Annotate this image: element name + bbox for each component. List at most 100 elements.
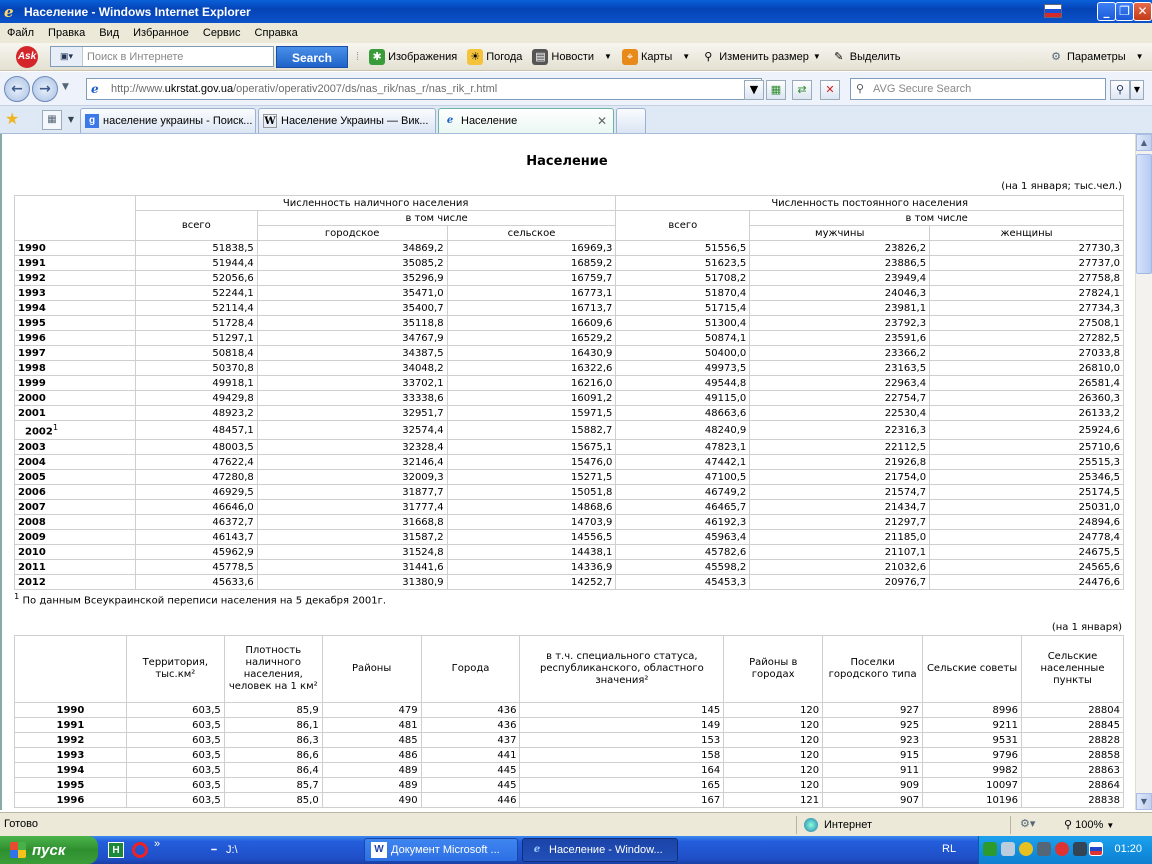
- security-shield-icon[interactable]: [1019, 842, 1033, 856]
- favorites-star-icon[interactable]: ★: [5, 109, 19, 128]
- tab-google-search[interactable]: g население украины - Поиск...: [80, 108, 256, 133]
- value-cell: 25346,5: [929, 469, 1124, 485]
- menu-help[interactable]: Справка: [248, 27, 305, 39]
- value-cell: 603,5: [125, 792, 225, 808]
- value-cell: 16759,7: [446, 270, 617, 286]
- network-icon[interactable]: [983, 842, 997, 856]
- search-options-icon[interactable]: ▼: [1130, 80, 1144, 100]
- value-cell: 28828: [1020, 732, 1125, 748]
- search-engine-icon[interactable]: ▣▾: [51, 47, 83, 66]
- value-cell: 31441,6: [256, 559, 448, 575]
- task-j-drive[interactable]: ⎯ J:\: [200, 838, 360, 862]
- resize-button[interactable]: ⚲ Изменить размер ▼: [700, 49, 821, 65]
- close-button[interactable]: ✕: [1133, 2, 1152, 21]
- value-cell: 22530,4: [749, 405, 931, 421]
- menu-favorites[interactable]: Избранное: [126, 27, 196, 39]
- scroll-down-arrow-icon[interactable]: ▼: [1136, 793, 1152, 810]
- security-zone[interactable]: Интернет: [804, 818, 872, 832]
- news-button[interactable]: ▤ Новости ▼: [532, 48, 612, 65]
- back-button[interactable]: ←: [4, 76, 30, 102]
- chevron-down-icon[interactable]: ▼: [604, 52, 612, 61]
- value-cell: 915: [822, 747, 924, 763]
- task-word-document[interactable]: W Документ Microsoft ...: [364, 838, 518, 862]
- close-tab-icon[interactable]: ✕: [597, 114, 607, 128]
- value-cell: 35400,7: [256, 300, 448, 316]
- search-button[interactable]: ⚲: [1110, 80, 1130, 100]
- settings-button[interactable]: ⚙ Параметры ▼: [1048, 49, 1144, 65]
- new-tab-button[interactable]: [616, 108, 646, 133]
- minimize-button[interactable]: _: [1097, 2, 1116, 21]
- ask-search-input[interactable]: Поиск в Интернете: [83, 51, 183, 63]
- menu-file[interactable]: Файл: [0, 27, 41, 39]
- compatibility-icon[interactable]: ▦: [766, 80, 786, 100]
- scroll-up-arrow-icon[interactable]: ▲: [1136, 134, 1152, 151]
- tab-naselenie[interactable]: e Население ✕: [438, 108, 614, 133]
- value-cell: 909: [822, 777, 924, 793]
- avg-search-input[interactable]: ⚲ AVG Secure Search: [850, 78, 1106, 100]
- quicklaunch-app-icon[interactable]: H: [108, 842, 124, 858]
- value-cell: 48663,6: [615, 405, 751, 421]
- stop-icon[interactable]: ✕: [820, 80, 840, 100]
- ask-logo-icon[interactable]: Ask: [16, 45, 38, 68]
- header-year: [14, 635, 127, 703]
- refresh-icon[interactable]: ⇄: [792, 80, 812, 100]
- images-button[interactable]: ✱ Изображения: [369, 48, 457, 65]
- scroll-thumb[interactable]: [1136, 154, 1152, 274]
- window-titlebar[interactable]: e Население - Windows Internet Explorer …: [0, 0, 1152, 23]
- menu-view[interactable]: Вид: [92, 27, 126, 39]
- address-dropdown-icon[interactable]: ▼: [744, 80, 764, 100]
- restore-button[interactable]: ❐: [1115, 2, 1134, 21]
- vertical-scrollbar[interactable]: ▲ ▼: [1135, 134, 1152, 810]
- task-internet-explorer[interactable]: e Население - Window...: [522, 838, 678, 862]
- year-value: 1994: [18, 302, 46, 314]
- weather-button[interactable]: ☀ Погода: [467, 48, 522, 65]
- ask-search-button[interactable]: Search: [276, 45, 348, 68]
- table-row: 1998 50370,8 34048,2 16322,6 49973,5 23163,5 2…: [14, 360, 1124, 376]
- language-indicator[interactable]: RL: [942, 843, 956, 855]
- table-row: 1990 51838,5 34869,2 16969,3 51556,5 23826,2 2…: [14, 240, 1124, 256]
- quicklaunch-more-icon[interactable]: »: [154, 838, 160, 850]
- ie-icon: e: [533, 844, 541, 855]
- zoom-control[interactable]: ⚲ 100% ▼: [1064, 818, 1114, 831]
- year-value: 1992: [18, 272, 46, 284]
- maps-button[interactable]: ⌖ Карты ▼: [621, 48, 690, 65]
- value-cell: 16773,1: [446, 285, 617, 301]
- computer-icon[interactable]: [1037, 842, 1051, 856]
- menu-edit[interactable]: Правка: [41, 27, 92, 39]
- value-cell: 14556,5: [446, 529, 617, 545]
- display-icon[interactable]: [1001, 842, 1015, 856]
- tab-list-dropdown-icon[interactable]: ▼: [64, 110, 78, 130]
- value-cell: 446: [420, 792, 521, 808]
- alert-icon[interactable]: [1055, 842, 1069, 856]
- images-icon: ✱: [369, 48, 386, 65]
- protected-mode-icon[interactable]: ⚙▾: [1020, 817, 1035, 830]
- chevron-down-icon[interactable]: ▼: [813, 52, 821, 61]
- value-cell: 9211: [922, 717, 1022, 733]
- forward-button[interactable]: →: [32, 76, 58, 102]
- tab-wikipedia[interactable]: W Население Украины — Вик...: [258, 108, 436, 133]
- value-cell: 34387,5: [256, 345, 448, 361]
- highlight-button[interactable]: ✎ Выделить: [831, 49, 900, 65]
- history-dropdown-icon[interactable]: ▼: [62, 82, 69, 92]
- language-flag-icon[interactable]: [1089, 842, 1103, 856]
- value-cell: 16529,2: [446, 330, 617, 346]
- address-input[interactable]: e http://www. ukrstat.gov.ua/operativ/ope…: [86, 78, 762, 100]
- highlighter-icon: ✎: [834, 50, 844, 63]
- column-header: Города: [420, 635, 521, 703]
- ask-search-box[interactable]: ▣▾ Поиск в Интернете: [50, 46, 274, 67]
- chevron-down-icon[interactable]: ▼: [1136, 52, 1144, 61]
- menu-tools[interactable]: Сервис: [196, 27, 248, 39]
- year-cell: 1994: [14, 762, 127, 778]
- opera-icon[interactable]: [132, 842, 148, 858]
- chevron-down-icon[interactable]: ▼: [682, 52, 690, 61]
- quick-tabs-icon[interactable]: ▦: [42, 110, 62, 130]
- year-value: 1999: [18, 377, 46, 389]
- value-cell: 28838: [1020, 792, 1125, 808]
- hardware-icon[interactable]: [1073, 842, 1087, 856]
- year-cell: 2007: [14, 499, 136, 515]
- chevron-down-icon[interactable]: ▼: [1106, 821, 1114, 830]
- start-button[interactable]: пуск: [0, 836, 98, 864]
- footnote: 1 По данным Всеукраинской переписи насел…: [14, 591, 386, 606]
- status-text: Готово: [4, 818, 38, 830]
- value-cell: 14703,9: [446, 514, 617, 530]
